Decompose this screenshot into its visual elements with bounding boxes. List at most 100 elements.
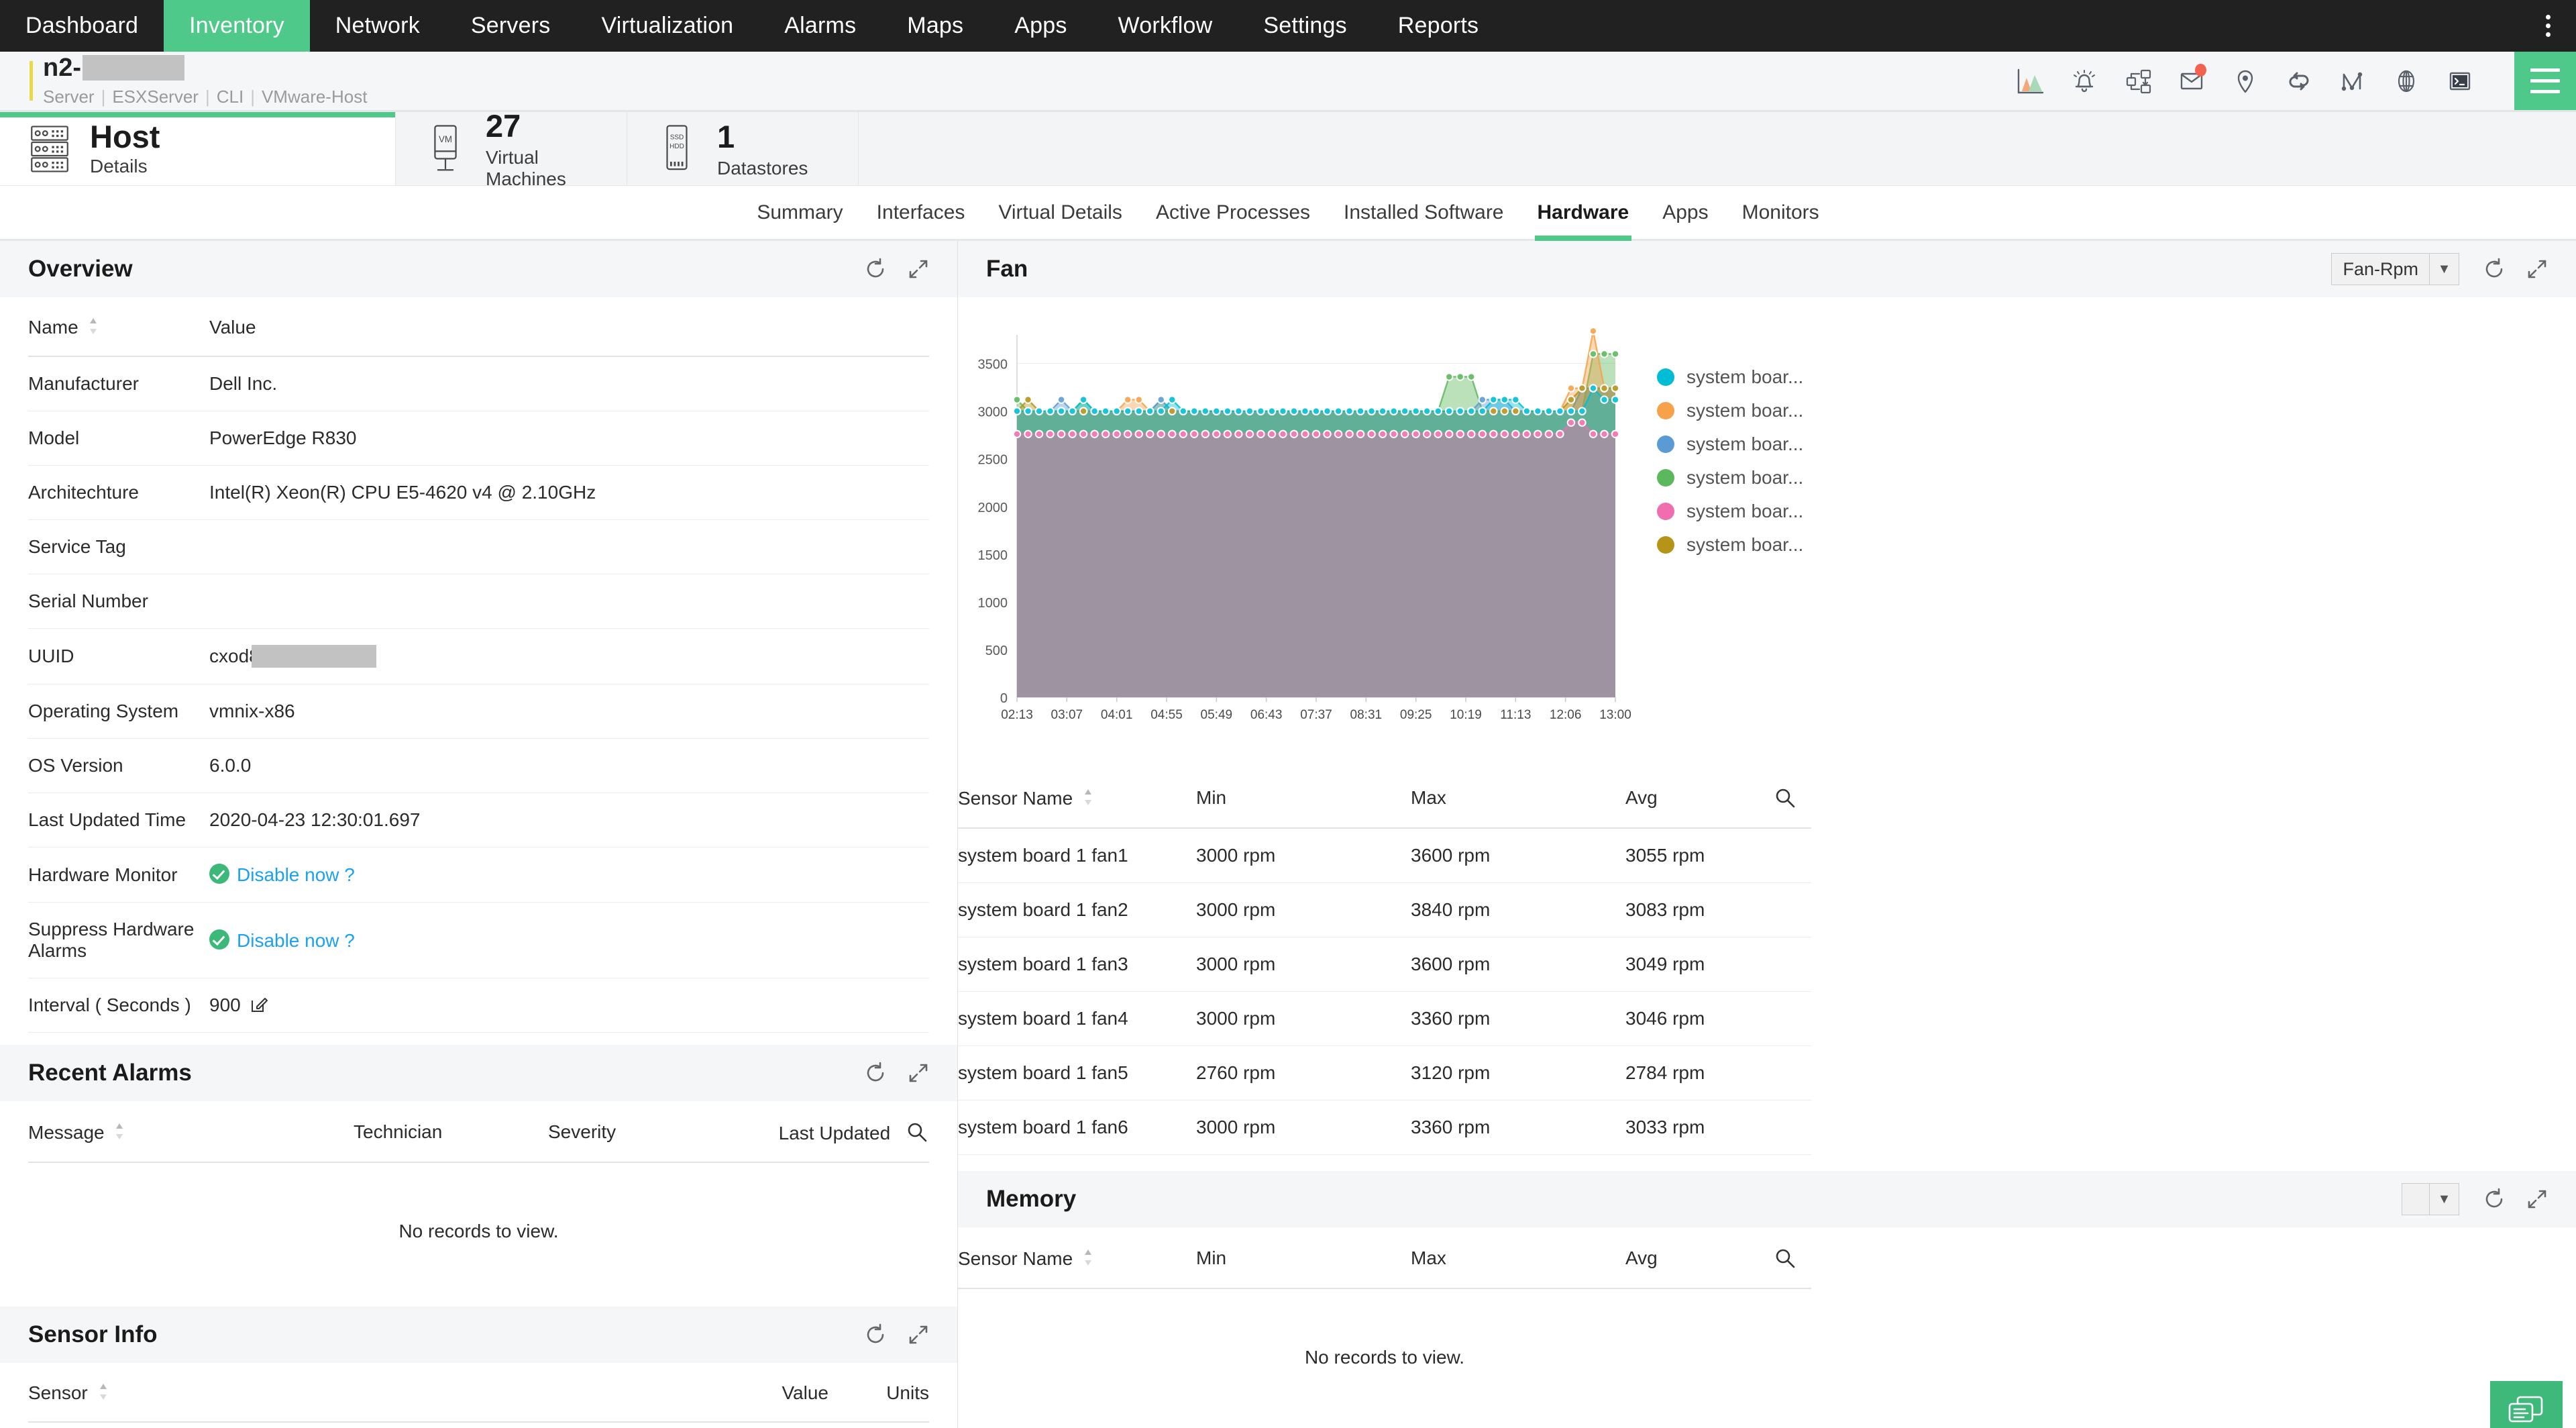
legend-item[interactable]: system boar... bbox=[1657, 360, 1803, 394]
datastore-icon: SSD HDD bbox=[654, 123, 700, 175]
svg-text:02:13: 02:13 bbox=[1001, 708, 1033, 722]
topnav-item-apps[interactable]: Apps bbox=[989, 0, 1092, 52]
refresh-icon[interactable] bbox=[863, 257, 888, 281]
card-datastores[interactable]: SSD HDD 1 Datastores bbox=[627, 112, 859, 185]
breadcrumb-item-server[interactable]: Server bbox=[43, 87, 95, 107]
topnav-item-inventory[interactable]: Inventory bbox=[164, 0, 310, 52]
main-content: Overview Name Value Manufacturer Dell In… bbox=[0, 241, 2576, 1428]
legend-item[interactable]: system boar... bbox=[1657, 394, 1803, 427]
sensor-group-fan[interactable]: Fan bbox=[28, 1423, 929, 1428]
terminal-icon[interactable] bbox=[2445, 66, 2475, 97]
table-row: Architechture Intel(R) Xeon(R) CPU E5-462… bbox=[28, 465, 929, 520]
topnav-item-maps[interactable]: Maps bbox=[881, 0, 989, 52]
fan-cell-name: system board 1 fan5 bbox=[958, 1046, 1196, 1101]
tab-monitors[interactable]: Monitors bbox=[1739, 186, 1822, 239]
alarms-col-technician-label: Technician bbox=[354, 1121, 443, 1142]
fan-col-sensorname-label: Sensor Name bbox=[958, 787, 1073, 809]
alarms-title: Recent Alarms bbox=[28, 1060, 192, 1086]
support-chat-button[interactable] bbox=[2490, 1381, 2563, 1428]
expand-icon[interactable] bbox=[2525, 1187, 2549, 1211]
expand-icon[interactable] bbox=[906, 257, 930, 281]
tab-installed-software[interactable]: Installed Software bbox=[1341, 186, 1506, 239]
memory-col-sensorname[interactable]: Sensor Name bbox=[958, 1227, 1196, 1289]
fan-table-search[interactable] bbox=[1773, 767, 1811, 829]
topnav-item-alarms[interactable]: Alarms bbox=[759, 0, 881, 52]
chevron-down-icon[interactable]: ▼ bbox=[2429, 254, 2459, 285]
alert-bell-icon[interactable] bbox=[2069, 66, 2100, 97]
disable-now-link[interactable]: Disable now ? bbox=[237, 864, 355, 885]
redacted-uuid bbox=[251, 645, 376, 668]
sync-icon[interactable] bbox=[2284, 66, 2314, 97]
chevron-down-icon[interactable]: ▼ bbox=[2429, 1184, 2459, 1215]
refresh-icon[interactable] bbox=[863, 1061, 888, 1085]
sort-arrows-icon[interactable] bbox=[1083, 1249, 1093, 1266]
fan-cell-min: 3000 rpm bbox=[1196, 828, 1411, 883]
svg-text:13:00: 13:00 bbox=[1599, 708, 1631, 722]
tab-active-processes[interactable]: Active Processes bbox=[1153, 186, 1313, 239]
expand-icon[interactable] bbox=[2525, 257, 2549, 281]
tab-interfaces[interactable]: Interfaces bbox=[874, 186, 968, 239]
legend-item[interactable]: system boar... bbox=[1657, 461, 1803, 495]
refresh-icon[interactable] bbox=[2482, 257, 2506, 281]
refresh-icon[interactable] bbox=[2482, 1187, 2506, 1211]
sensor-col-sensor[interactable]: Sensor bbox=[28, 1363, 708, 1423]
topnav-item-dashboard[interactable]: Dashboard bbox=[0, 0, 164, 52]
tab-apps[interactable]: Apps bbox=[1660, 186, 1711, 239]
legend-item[interactable]: system boar... bbox=[1657, 528, 1803, 562]
chart-icon[interactable] bbox=[2015, 66, 2046, 97]
fan-col-sensorname[interactable]: Sensor Name bbox=[958, 767, 1196, 829]
topnav-item-servers[interactable]: Servers bbox=[445, 0, 576, 52]
tab-hardware[interactable]: Hardware bbox=[1534, 186, 1632, 241]
disable-now-link[interactable]: Disable now ? bbox=[237, 930, 355, 951]
location-pin-icon[interactable] bbox=[2230, 66, 2261, 97]
mail-icon[interactable] bbox=[2176, 63, 2207, 97]
fan-col-max-label: Max bbox=[1411, 787, 1446, 808]
breadcrumb-item-vmware-host[interactable]: VMware-Host bbox=[262, 87, 367, 107]
breadcrumb-item-cli[interactable]: CLI bbox=[217, 87, 244, 107]
svg-text:05:49: 05:49 bbox=[1201, 708, 1233, 722]
card-host-details[interactable]: Host Details bbox=[0, 112, 396, 185]
sort-arrows-icon[interactable] bbox=[114, 1123, 125, 1140]
memory-col-min-label: Min bbox=[1196, 1247, 1227, 1268]
tab-summary[interactable]: Summary bbox=[754, 186, 845, 239]
legend-item[interactable]: system boar... bbox=[1657, 495, 1803, 528]
alarms-col-message[interactable]: Message bbox=[28, 1101, 354, 1163]
search-icon[interactable] bbox=[1773, 1246, 1797, 1270]
expand-icon[interactable] bbox=[906, 1061, 930, 1085]
topnav-item-workflow[interactable]: Workflow bbox=[1093, 0, 1238, 52]
legend-item[interactable]: system boar... bbox=[1657, 427, 1803, 461]
sort-arrows-icon[interactable] bbox=[1083, 788, 1093, 806]
memory-panel-title: Memory bbox=[986, 1186, 1077, 1212]
search-icon[interactable] bbox=[905, 1120, 929, 1144]
svg-text:0: 0 bbox=[1000, 691, 1008, 706]
breadcrumb-item-esxserver[interactable]: ESXServer bbox=[112, 87, 199, 107]
topnav-item-reports[interactable]: Reports bbox=[1373, 0, 1504, 52]
search-icon[interactable] bbox=[1773, 786, 1797, 810]
expand-icon[interactable] bbox=[906, 1323, 930, 1347]
fan-cell-max: 3840 rpm bbox=[1411, 882, 1625, 937]
topology-icon[interactable] bbox=[2337, 66, 2368, 97]
topnav-item-network[interactable]: Network bbox=[310, 0, 445, 52]
more-options-kebab-icon[interactable] bbox=[2534, 0, 2561, 52]
hamburger-menu-icon[interactable] bbox=[2514, 52, 2576, 110]
memory-metric-select[interactable]: ▼ bbox=[2402, 1183, 2459, 1215]
overview-col-name[interactable]: Name bbox=[28, 297, 209, 357]
sort-arrows-icon[interactable] bbox=[88, 317, 99, 335]
fan-metric-select[interactable]: Fan-Rpm ▼ bbox=[2331, 253, 2459, 285]
refresh-icon[interactable] bbox=[863, 1323, 888, 1347]
card-virtual-machines[interactable]: VM 27 Virtual Machines bbox=[396, 108, 627, 189]
card-vm-label: Virtual Machines bbox=[486, 147, 566, 189]
topnav-item-settings[interactable]: Settings bbox=[1238, 0, 1372, 52]
sort-arrows-icon[interactable] bbox=[98, 1383, 109, 1400]
fan-chart[interactable]: 0 500 1000 1500 2000 2500 3000 3500 02:13 03:07 04… bbox=[958, 320, 1642, 767]
memory-col-avg-label: Avg bbox=[1625, 1247, 1658, 1268]
globe-icon[interactable] bbox=[2391, 66, 2422, 97]
topnav-item-virtualization[interactable]: Virtualization bbox=[576, 0, 759, 52]
svg-text:VM: VM bbox=[439, 134, 452, 144]
fan-cell-max: 3360 rpm bbox=[1411, 991, 1625, 1046]
workflow-icon[interactable] bbox=[2123, 66, 2153, 97]
tab-virtual-details[interactable]: Virtual Details bbox=[996, 186, 1125, 239]
overview-table: Name Value Manufacturer Dell Inc. Model Pow… bbox=[28, 297, 929, 1033]
memory-table-search[interactable] bbox=[1773, 1227, 1811, 1289]
edit-icon[interactable] bbox=[250, 996, 268, 1013]
